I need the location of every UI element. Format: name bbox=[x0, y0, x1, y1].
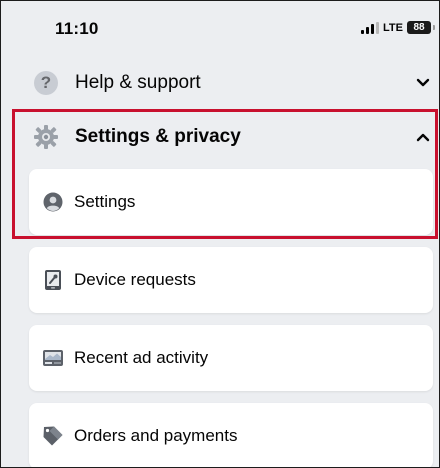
ad-card-icon bbox=[42, 347, 64, 369]
help-support-row[interactable]: ? Help & support bbox=[1, 59, 439, 107]
help-support-label: Help & support bbox=[75, 72, 201, 93]
settings-item-label: Settings bbox=[74, 192, 136, 211]
user-circle-icon bbox=[42, 191, 64, 213]
phone-key-icon bbox=[42, 269, 64, 291]
orders-payments-menu-item[interactable]: Orders and payments bbox=[29, 403, 433, 467]
signal-strength-icon bbox=[361, 21, 380, 34]
gear-icon bbox=[31, 122, 61, 152]
payment-tag-icon bbox=[42, 425, 64, 447]
network-type: LTE bbox=[383, 21, 403, 34]
device-requests-menu-item[interactable]: Device requests bbox=[29, 247, 433, 313]
recent-ad-activity-label: Recent ad activity bbox=[74, 348, 209, 367]
chevron-down-icon bbox=[415, 75, 431, 91]
battery-icon: 88 bbox=[407, 21, 435, 34]
status-time: 11:10 bbox=[55, 19, 99, 38]
battery-level: 88 bbox=[413, 22, 425, 33]
device-requests-label: Device requests bbox=[74, 270, 196, 289]
settings-menu-item[interactable]: Settings bbox=[29, 169, 433, 235]
recent-ad-activity-menu-item[interactable]: Recent ad activity bbox=[29, 325, 433, 391]
settings-privacy-row[interactable]: Settings & privacy bbox=[1, 111, 439, 163]
phone-screen: 11:10 LTE 88 ? Help & support Settings &… bbox=[0, 0, 440, 468]
status-bar: 11:10 LTE 88 bbox=[1, 1, 439, 57]
chevron-up-icon bbox=[415, 129, 431, 145]
status-indicators: LTE 88 bbox=[361, 21, 435, 34]
settings-privacy-label: Settings & privacy bbox=[75, 126, 241, 147]
orders-payments-label: Orders and payments bbox=[74, 426, 238, 445]
question-circle-icon: ? bbox=[31, 68, 61, 98]
